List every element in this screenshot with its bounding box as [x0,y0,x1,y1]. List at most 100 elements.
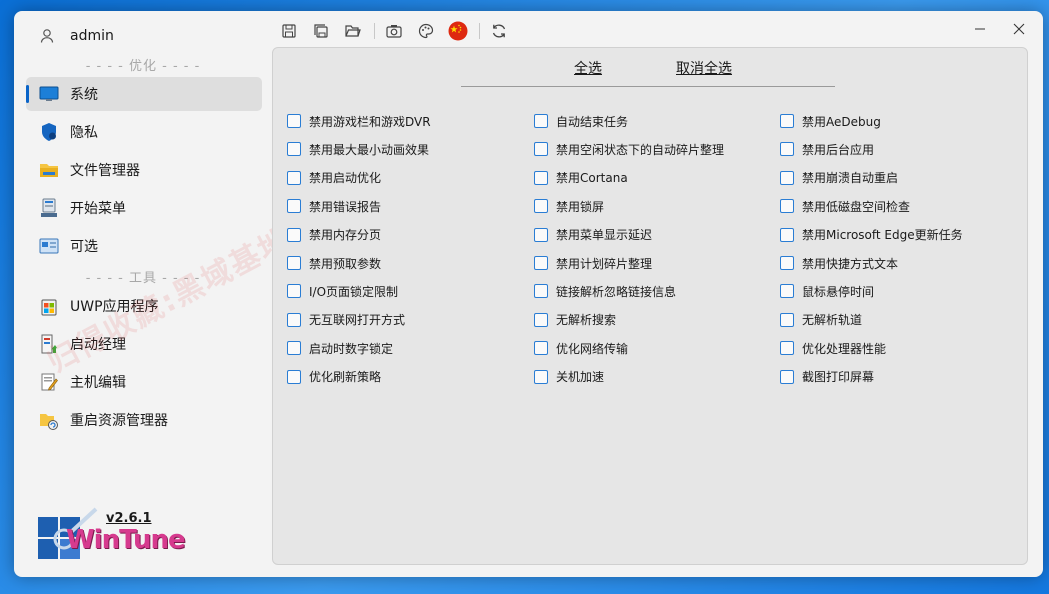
checkbox[interactable] [780,142,794,157]
checkbox[interactable] [534,256,548,270]
option-checkbox-item[interactable]: 禁用Microsoft Edge更新任务 [780,226,963,244]
deselect-all-button[interactable]: 取消全选 [676,58,732,78]
option-checkbox-item[interactable]: 关机加速 [534,368,604,386]
sidebar-item-label: 主机编辑 [70,375,126,391]
option-checkbox-item[interactable]: 禁用低磁盘空间检查 [780,197,910,215]
option-checkbox-item[interactable]: 禁用启动优化 [287,169,381,187]
logo-text: WinTune [66,525,186,555]
option-label: 禁用Cortana [556,171,628,186]
minimize-button[interactable] [965,17,995,41]
checkbox[interactable] [780,199,794,214]
checkbox[interactable] [780,369,794,384]
option-label: 禁用内存分页 [309,228,382,243]
checkbox[interactable] [534,170,548,185]
sidebar-item-privacy[interactable]: 隐私 [26,115,262,149]
checkbox[interactable] [534,199,548,214]
checkbox[interactable] [534,284,548,299]
china-flag-icon[interactable] [445,20,471,42]
checkbox[interactable] [534,227,548,242]
option-checkbox-item[interactable]: 禁用锁屏 [534,197,604,215]
sidebar-item-label: 重启资源管理器 [70,413,168,429]
save-all-icon[interactable] [308,20,334,42]
checkbox[interactable] [780,284,794,299]
windows-store-icon [38,295,60,317]
sidebar-item-uwp-apps[interactable]: UWP应用程序 [26,289,262,323]
checkbox[interactable] [287,369,301,384]
option-label: 优化处理器性能 [802,341,887,356]
sidebar-item-label: 隐私 [70,125,98,141]
open-folder-icon[interactable] [340,20,366,42]
sidebar-item-restart-explorer[interactable]: 重启资源管理器 [26,403,262,437]
checkbox[interactable] [287,256,301,270]
option-checkbox-item[interactable]: 无解析轨道 [780,311,862,329]
option-checkbox-item[interactable]: 无解析搜索 [534,311,616,329]
user-profile[interactable]: admin [36,25,114,47]
checkbox[interactable] [780,114,794,128]
option-checkbox-item[interactable]: 禁用最大最小动画效果 [287,140,429,158]
option-checkbox-item[interactable]: 禁用Cortana [534,169,628,187]
option-checkbox-item[interactable]: 禁用预取参数 [287,254,381,272]
option-checkbox-item[interactable]: 禁用菜单显示延迟 [534,226,652,244]
checkbox[interactable] [780,227,794,242]
option-checkbox-item[interactable]: 鼠标悬停时间 [780,282,874,300]
checkbox[interactable] [534,312,548,327]
option-checkbox-item[interactable]: I/O页面锁定限制 [287,282,398,300]
sidebar-item-optional[interactable]: 可选 [26,229,262,263]
sidebar-item-label: 可选 [70,239,98,255]
sidebar-item-start-menu[interactable]: 开始菜单 [26,191,262,225]
checkbox[interactable] [287,227,301,242]
option-label: 禁用Microsoft Edge更新任务 [802,228,963,243]
sidebar-item-hosts-editor[interactable]: 主机编辑 [26,365,262,399]
option-checkbox-item[interactable]: 链接解析忽略链接信息 [534,282,676,300]
option-label: 鼠标悬停时间 [802,284,875,299]
checkbox[interactable] [287,142,301,157]
checkbox[interactable] [287,284,301,299]
sidebar-item-file-manager[interactable]: 文件管理器 [26,153,262,187]
checkbox[interactable] [287,199,301,214]
option-checkbox-item[interactable]: 启动时数字锁定 [287,339,393,357]
refresh-icon[interactable] [486,20,512,42]
checkbox[interactable] [534,341,548,356]
option-checkbox-item[interactable]: 禁用快捷方式文本 [780,254,898,272]
option-checkbox-item[interactable]: 禁用错误报告 [287,197,381,215]
checkbox[interactable] [780,312,794,327]
option-checkbox-item[interactable]: 禁用内存分页 [287,226,381,244]
checkbox[interactable] [287,114,301,128]
option-checkbox-item[interactable]: 截图打印屏幕 [780,368,874,386]
palette-icon[interactable] [413,20,439,42]
option-checkbox-item[interactable]: 自动结束任务 [534,112,628,130]
option-checkbox-item[interactable]: 优化网络传输 [534,339,628,357]
option-checkbox-item[interactable]: 无互联网打开方式 [287,311,405,329]
option-checkbox-item[interactable]: 禁用后台应用 [780,140,874,158]
close-button[interactable] [1004,17,1034,41]
checkbox[interactable] [780,170,794,185]
checkbox[interactable] [780,341,794,356]
sidebar-item-label: UWP应用程序 [70,299,159,315]
save-icon[interactable] [276,20,302,42]
checkbox[interactable] [534,369,548,384]
option-checkbox-item[interactable]: 禁用游戏栏和游戏DVR [287,112,431,130]
checkbox[interactable] [780,256,794,270]
folder-icon [38,159,60,181]
option-checkbox-item[interactable]: 优化刷新策略 [287,368,381,386]
option-label: 优化网络传输 [556,341,629,356]
checkbox[interactable] [534,114,548,128]
option-checkbox-item[interactable]: 禁用崩溃自动重启 [780,169,898,187]
option-checkbox-item[interactable]: 禁用计划碎片整理 [534,254,652,272]
checkbox[interactable] [287,170,301,185]
option-label: 自动结束任务 [556,114,629,129]
option-checkbox-item[interactable]: 禁用空闲状态下的自动碎片整理 [534,140,724,158]
option-label: 启动时数字锁定 [309,341,394,356]
checkbox[interactable] [534,142,548,157]
option-label: 禁用崩溃自动重启 [802,171,899,186]
option-checkbox-item[interactable]: 优化处理器性能 [780,339,886,357]
select-all-button[interactable]: 全选 [574,58,602,78]
sidebar-item-system[interactable]: 系统 [26,77,262,111]
toolbar-separator [479,23,480,39]
screenshot-icon[interactable] [381,20,407,42]
sidebar-item-startup-manager[interactable]: 启动经理 [26,327,262,361]
version-link[interactable]: v2.6.1 [106,511,152,526]
checkbox[interactable] [287,312,301,327]
option-checkbox-item[interactable]: 禁用AeDebug [780,112,881,130]
checkbox[interactable] [287,341,301,356]
